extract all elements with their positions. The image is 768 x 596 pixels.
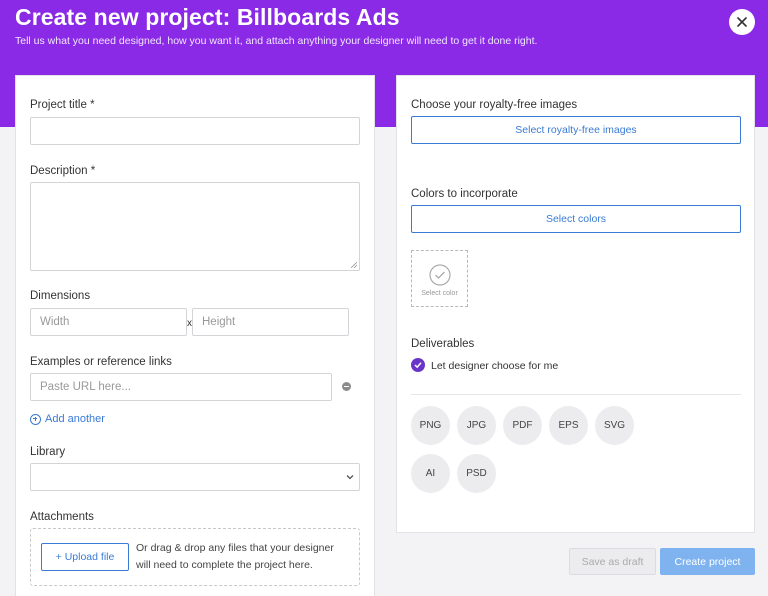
plus-circle-icon (30, 413, 41, 425)
height-input[interactable]: Height (192, 308, 349, 336)
attachments-label: Attachments (30, 511, 94, 523)
chevron-down-icon (346, 475, 354, 480)
format-option-psd[interactable]: PSD (457, 454, 496, 493)
description-label: Description * (30, 165, 96, 177)
format-option-svg[interactable]: SVG (595, 406, 634, 445)
upload-file-button[interactable]: + Upload file (41, 543, 129, 571)
designer-choose-label: Let designer choose for me (431, 360, 559, 372)
file-dropzone[interactable]: + Upload file Or drag & drop any files t… (30, 528, 360, 586)
colors-label: Colors to incorporate (411, 188, 518, 200)
page-subtitle: Tell us what you need designed, how you … (15, 35, 538, 47)
deliverables-label: Deliverables (411, 338, 475, 350)
format-option-jpg[interactable]: JPG (457, 406, 496, 445)
select-colors-button[interactable]: Select colors (411, 205, 741, 233)
select-images-button[interactable]: Select royalty-free images (411, 116, 741, 144)
library-label: Library (30, 446, 66, 458)
reference-url-input[interactable]: Paste URL here... (30, 373, 332, 401)
dropzone-instructions: Or drag & drop any files that your desig… (136, 540, 334, 574)
project-title-input[interactable] (30, 117, 360, 145)
close-button[interactable] (729, 9, 755, 35)
format-option-png[interactable]: PNG (411, 406, 450, 445)
dimensions-label: Dimensions (30, 290, 91, 302)
resize-handle-icon[interactable] (351, 262, 357, 268)
save-draft-button[interactable]: Save as draft (569, 548, 656, 575)
add-another-link[interactable]: Add another (30, 413, 105, 425)
remove-link-icon[interactable] (342, 382, 351, 391)
dropzone-text-line-1: Or drag & drop any files that your desig… (136, 542, 334, 554)
project-title-label: Project title * (30, 99, 95, 111)
project-details-panel: Project title * Description * Dimensions… (15, 75, 375, 596)
format-option-ai[interactable]: AI (411, 454, 450, 493)
examples-label: Examples or reference links (30, 356, 172, 368)
close-icon (737, 17, 747, 27)
checkmark-icon (414, 362, 422, 369)
add-another-label: Add another (45, 413, 105, 425)
library-select[interactable] (30, 463, 360, 491)
swatch-label: Select color (421, 290, 458, 297)
check-circle-outline-icon (429, 264, 451, 286)
dropzone-text-line-2: will need to complete the project here. (136, 559, 313, 571)
deliverables-divider (411, 394, 741, 395)
create-project-button[interactable]: Create project (660, 548, 755, 575)
format-option-pdf[interactable]: PDF (503, 406, 542, 445)
color-swatch-placeholder[interactable]: Select color (411, 250, 468, 307)
width-input[interactable]: Width (30, 308, 187, 336)
designer-choose-checkbox[interactable] (411, 358, 425, 372)
images-label: Choose your royalty-free images (411, 99, 578, 111)
page-title: Create new project: Billboards Ads (15, 4, 400, 30)
project-options-panel: Choose your royalty-free images Select r… (396, 75, 755, 533)
description-textarea[interactable] (30, 182, 360, 271)
format-option-eps[interactable]: EPS (549, 406, 588, 445)
